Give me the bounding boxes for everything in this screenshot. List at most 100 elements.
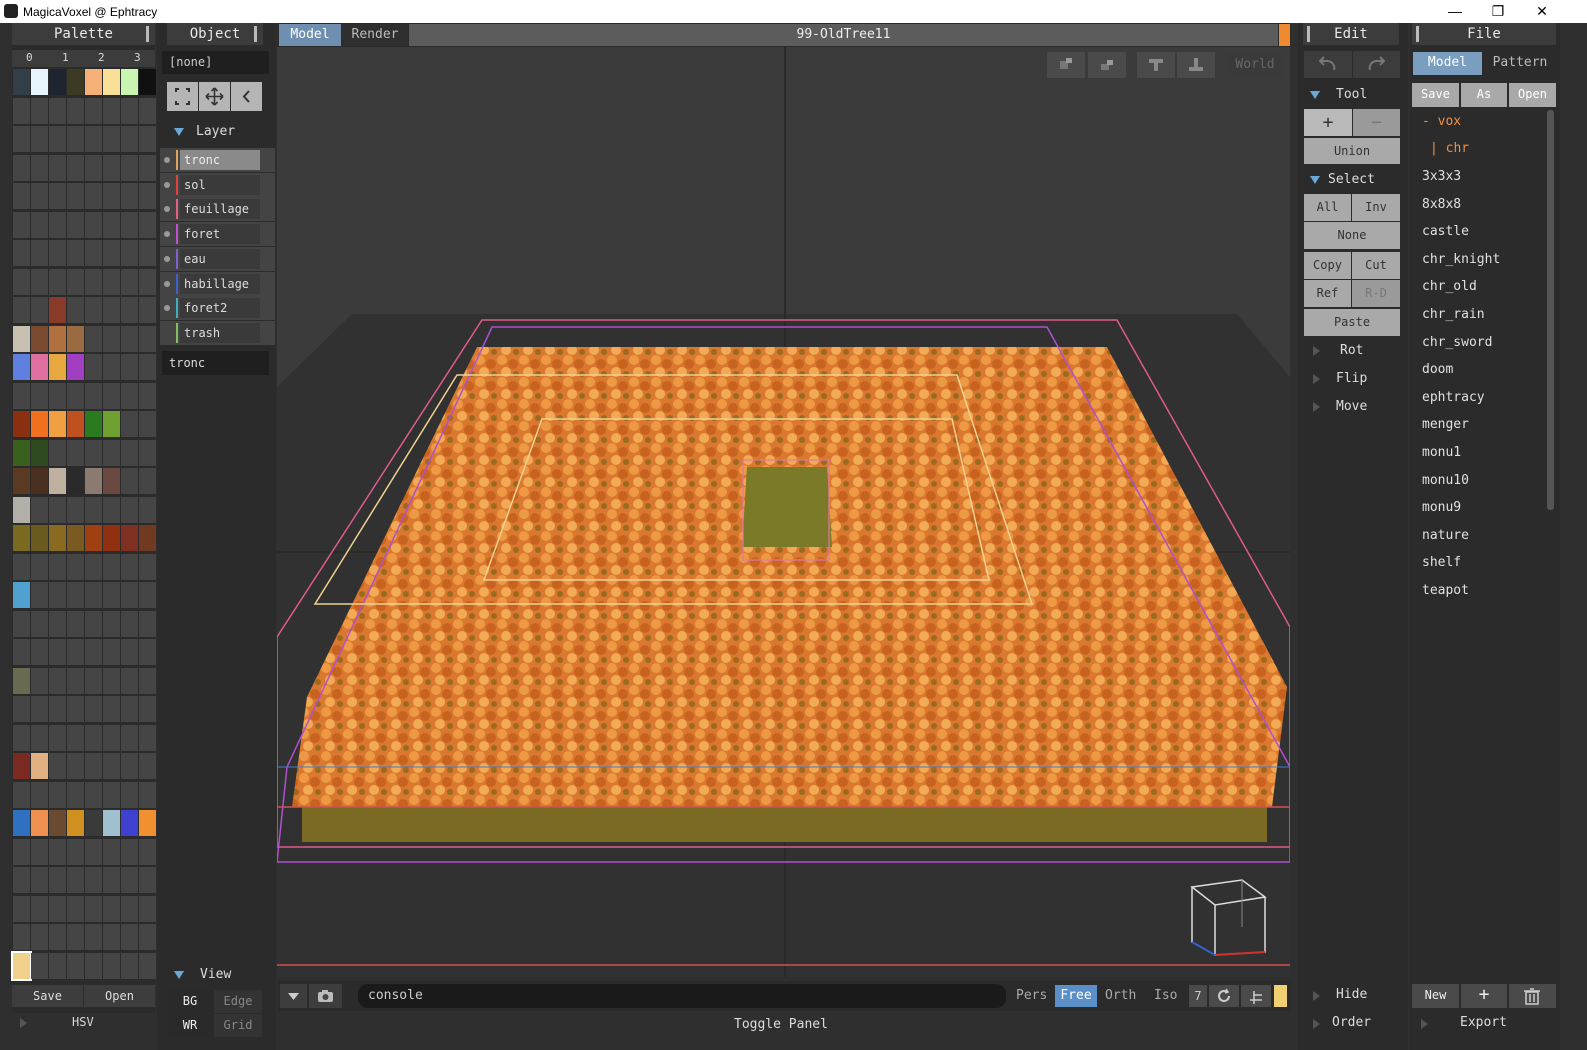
file-tab-pattern[interactable]: Pattern — [1484, 52, 1556, 75]
hide-section[interactable]: Hide — [1336, 987, 1367, 1002]
palette-swatch[interactable] — [49, 525, 66, 551]
palette-swatch[interactable] — [13, 924, 30, 950]
palette-swatch[interactable] — [49, 753, 66, 779]
new-file-button[interactable]: New — [1412, 984, 1459, 1008]
palette-swatch[interactable] — [31, 924, 48, 950]
palette-swatch[interactable] — [103, 895, 120, 922]
palette-swatch[interactable] — [31, 867, 48, 893]
view-expand-icon[interactable] — [174, 971, 184, 979]
layer-row[interactable]: tronc — [160, 148, 275, 172]
file-open-button[interactable]: Open — [1509, 83, 1556, 107]
color-swatch[interactable] — [1274, 985, 1287, 1007]
file-collapse-handle[interactable] — [1416, 26, 1419, 42]
palette-swatch[interactable] — [49, 781, 66, 808]
layer-visibility-icon[interactable] — [164, 305, 170, 312]
palette-swatch[interactable] — [31, 696, 48, 722]
palette-swatch[interactable] — [67, 553, 84, 580]
palette-swatch[interactable] — [31, 753, 48, 779]
minimize-button[interactable]: — — [1440, 2, 1470, 20]
palette-swatch[interactable] — [13, 126, 30, 152]
view-bg-button[interactable]: BG — [167, 990, 213, 1013]
palette-swatch[interactable] — [13, 496, 30, 523]
palette-swatch[interactable] — [49, 211, 66, 238]
palette-swatch[interactable] — [139, 610, 156, 637]
palette-swatch[interactable] — [31, 781, 48, 808]
palette-swatch[interactable] — [121, 753, 138, 779]
palette-swatch[interactable] — [13, 582, 30, 608]
palette-swatch[interactable] — [13, 838, 30, 865]
palette-swatch[interactable] — [139, 468, 156, 494]
palette-swatch[interactable] — [139, 753, 156, 779]
palette-swatch[interactable] — [67, 382, 84, 409]
palette-swatch[interactable] — [13, 525, 30, 551]
palette-swatch[interactable] — [67, 810, 84, 836]
file-list-scrollbar[interactable] — [1547, 110, 1554, 510]
palette-page-2[interactable]: 2 — [98, 51, 105, 64]
collapse-button[interactable] — [231, 82, 262, 111]
palette-swatch[interactable] — [103, 439, 120, 466]
select-inverse-button[interactable]: Inv — [1352, 194, 1400, 221]
palette-swatch[interactable] — [85, 867, 102, 893]
palette-swatch[interactable] — [13, 867, 30, 893]
world-toggle-button[interactable]: World — [1226, 52, 1284, 78]
file-item[interactable]: chr_rain — [1422, 307, 1485, 322]
palette-swatch[interactable] — [85, 325, 102, 352]
flip-section[interactable]: Flip — [1336, 371, 1367, 386]
palette-swatch[interactable] — [139, 696, 156, 722]
palette-swatch[interactable] — [139, 810, 156, 836]
palette-swatch[interactable] — [67, 297, 84, 323]
palette-collapse-handle[interactable] — [146, 26, 149, 42]
palette-swatch[interactable] — [67, 240, 84, 266]
tab-model[interactable]: Model — [279, 24, 341, 46]
palette-swatch[interactable] — [31, 496, 48, 523]
file-item[interactable]: ephtracy — [1422, 390, 1485, 405]
palette-swatch[interactable] — [121, 240, 138, 266]
palette-swatch[interactable] — [13, 354, 30, 380]
file-item[interactable]: doom — [1422, 362, 1453, 377]
file-item[interactable]: chr_old — [1422, 279, 1477, 294]
palette-swatch[interactable] — [85, 211, 102, 238]
palette-swatch[interactable] — [31, 97, 48, 124]
layer-row[interactable]: sol — [160, 172, 275, 197]
palette-swatch[interactable] — [67, 97, 84, 124]
palette-swatch[interactable] — [67, 724, 84, 751]
palette-swatch[interactable] — [13, 610, 30, 637]
palette-swatch[interactable] — [31, 439, 48, 466]
palette-swatch[interactable] — [11, 950, 32, 981]
palette-swatch[interactable] — [103, 240, 120, 266]
palette-swatch[interactable] — [31, 268, 48, 295]
close-button[interactable]: ✕ — [1527, 2, 1557, 20]
layer-row[interactable]: habillage — [160, 271, 275, 296]
palette-swatch[interactable] — [121, 325, 138, 352]
palette-swatch[interactable] — [49, 97, 66, 124]
delete-file-button[interactable] — [1509, 984, 1556, 1008]
select-region-button[interactable] — [167, 82, 198, 111]
layer-visibility-icon[interactable] — [164, 255, 170, 262]
palette-swatch[interactable] — [121, 496, 138, 523]
palette-swatch[interactable] — [31, 297, 48, 323]
palette-swatch[interactable] — [121, 439, 138, 466]
undo-button[interactable] — [1304, 51, 1352, 78]
select-expand-icon[interactable] — [1310, 176, 1320, 184]
palette-swatch[interactable] — [31, 354, 48, 380]
copy-button[interactable]: Copy — [1304, 252, 1351, 279]
palette-swatch[interactable] — [49, 354, 66, 380]
palette-swatch[interactable] — [67, 639, 84, 665]
palette-swatch[interactable] — [49, 411, 66, 437]
layer-row[interactable]: eau — [160, 246, 275, 271]
palette-swatch[interactable] — [139, 781, 156, 808]
palette-swatch[interactable] — [67, 753, 84, 779]
palette-swatch[interactable] — [31, 382, 48, 409]
proj-iso-button[interactable]: Iso — [1154, 988, 1177, 1003]
palette-swatch[interactable] — [31, 610, 48, 637]
palette-swatch[interactable] — [139, 354, 156, 380]
palette-swatch[interactable] — [49, 382, 66, 409]
palette-swatch[interactable] — [49, 867, 66, 893]
palette-swatch[interactable] — [103, 268, 120, 295]
palette-swatch[interactable] — [103, 724, 120, 751]
palette-swatch[interactable] — [49, 468, 66, 494]
select-none-button[interactable]: None — [1304, 222, 1400, 249]
select-all-button[interactable]: All — [1304, 194, 1351, 221]
folder-vox[interactable]: - vox — [1422, 114, 1461, 129]
palette-swatch[interactable] — [85, 268, 102, 295]
